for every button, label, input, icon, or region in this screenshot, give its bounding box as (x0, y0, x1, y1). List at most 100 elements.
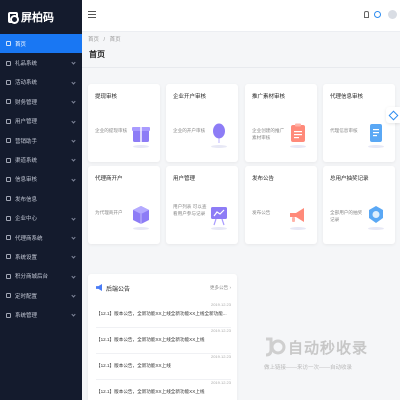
page-title: 首页 (89, 50, 105, 59)
sidebar-item-label: 财务管理 (15, 99, 38, 106)
sidebar-item[interactable]: 用户管理 (0, 112, 82, 131)
menu-item-icon (6, 157, 11, 163)
floating-settings-button[interactable] (386, 107, 400, 123)
bell-icon[interactable] (362, 11, 369, 18)
divider (82, 67, 400, 68)
refresh-icon[interactable] (374, 11, 381, 18)
logo-text: 屏柏码 (21, 12, 54, 24)
announcement-text: 【12.1】版本公告，全新功能XX上线全新功能XX上线 (96, 389, 205, 394)
menu-item-icon (6, 254, 11, 260)
chevron-down-icon (71, 157, 76, 162)
chevron-down-icon (71, 274, 76, 279)
announcement-date: 2019.12.23 (210, 354, 231, 359)
sidebar-item[interactable]: 发布信息 (0, 189, 82, 208)
chevron-down-icon (71, 60, 76, 66)
announcement-item[interactable]: 2019.12.23 【12.1】版本公告，全新功能XX上线全新功能XX上线 (96, 328, 231, 354)
card-description: 发布公告 (252, 210, 271, 215)
sidebar-item[interactable]: 渠道系统 (0, 150, 82, 169)
chevron-down-icon (71, 235, 76, 240)
app-logo[interactable]: 屏柏码 (0, 0, 82, 34)
shortcut-card[interactable]: 推广素材审核 企业创建的推广素材审核 (245, 84, 317, 162)
more-announcements-link[interactable]: 更多公告 › (210, 285, 231, 291)
card-title: 发布公告 (252, 176, 275, 182)
chart-board-icon (208, 204, 230, 230)
sidebar-menu: 首页 礼品系统活动系统财务管理用户管理营销助手 渠道系统信息审核发布信息企业中心代理… (0, 34, 82, 325)
sidebar-item[interactable]: 代理商系统 (0, 228, 82, 247)
shortcut-card[interactable]: 发布公告 发布公告 (245, 166, 317, 244)
sidebar-item[interactable]: 信息审核 (0, 170, 82, 189)
sidebar-item[interactable]: 活动系统 (0, 73, 82, 92)
card-description: 企业创建的推广素材审核 (252, 128, 285, 140)
sidebar-item-label: 系统管理 (15, 313, 38, 320)
menu-item-icon (6, 215, 11, 221)
announcement-text: 【12.1】版本公告，全新功能XX上线全新功能XX上线全新功能... (96, 311, 227, 316)
menu-item-icon (6, 312, 11, 318)
sidebar-item[interactable]: 首页 (0, 34, 82, 54)
shortcut-card[interactable]: 提现审核 企业的提现审核 (88, 84, 160, 162)
megaphone-icon (287, 204, 309, 230)
sidebar-item[interactable]: 企业中心 (0, 209, 82, 228)
sidebar-item-label: 系统设置 (15, 254, 38, 261)
chevron-down-icon (71, 293, 76, 298)
chevron-down-icon (71, 312, 76, 318)
menu-item-icon (6, 235, 11, 241)
menu-toggle-icon[interactable] (88, 11, 96, 18)
chevron-down-icon (71, 99, 76, 104)
sidebar-item-label: 活动系统 (15, 80, 38, 87)
menu-item-icon (6, 273, 11, 279)
chevron-down-icon (71, 254, 76, 259)
menu-item-icon (6, 138, 11, 144)
sidebar: 屏柏码 首页 礼品系统活动系统财务管理用户管理营销助手 渠道系统信息审核发布信息企业… (0, 0, 82, 400)
menu-item-icon (6, 79, 11, 85)
cube-icon (130, 204, 152, 230)
shortcut-card[interactable]: 企业开户审核 企业的开户审核 (166, 84, 238, 162)
sidebar-item[interactable]: 定时配置 (0, 286, 82, 305)
announcement-date: 2019.12.23 (210, 302, 231, 307)
announcement-header: 后端公告 更多公告 › (96, 282, 231, 294)
card-title: 代理商开户 (95, 176, 123, 182)
top-header (82, 0, 400, 32)
gift-icon (130, 122, 152, 148)
announcement-panel: 后端公告 更多公告 › 2019.12.23 【12.1】版本公告，全新功能XX上… (88, 274, 237, 400)
announcement-item[interactable]: 2019.12.23 【12.1】版本公告，全新功能XX上线全新功能XX上线 (96, 380, 231, 400)
chevron-down-icon (71, 177, 76, 182)
shortcut-card[interactable]: 总用户抽奖记录 全部用户的抽奖记录 (323, 166, 395, 244)
card-description: 代理信息审核 (330, 128, 358, 133)
card-title: 总用户抽奖记录 (330, 176, 369, 182)
sidebar-item-label: 信息审核 (15, 177, 38, 184)
sidebar-item[interactable]: 系统管理 (0, 305, 82, 324)
announcement-item[interactable]: 2019.12.23 【12.1】版本公告，全新功能XX上线全新功能XX上线全新功… (96, 302, 231, 328)
breadcrumb-current: 首页 (109, 37, 121, 43)
breadcrumb-root[interactable]: 首页 (88, 37, 99, 43)
sidebar-item[interactable]: 财务管理 (0, 92, 82, 111)
shortcut-card[interactable]: 用户管理 用户列表 可以查看用户参与记录 (166, 166, 238, 244)
chevron-down-icon (71, 215, 76, 221)
menu-item-icon (6, 196, 11, 202)
sidebar-item-label: 用户管理 (15, 119, 38, 126)
card-description: 企业的开户审核 (173, 128, 206, 133)
logo-icon (8, 11, 19, 24)
shortcut-card[interactable]: 代理信息审核 代理信息审核 (323, 84, 395, 162)
sidebar-item[interactable]: 营销助手 (0, 131, 82, 150)
card-description: 为代理商开户 (95, 210, 123, 215)
announcement-text: 【12.1】版本公告，全新功能XX上线全新功能XX上线 (96, 337, 205, 342)
menu-item-icon (6, 41, 11, 47)
sidebar-item[interactable]: 系统设置 (0, 247, 82, 266)
card-title: 提现审核 (95, 94, 118, 100)
shortcut-card[interactable]: 代理商开户为代理商开户 (88, 166, 160, 244)
avatar[interactable] (388, 10, 397, 19)
announcement-date: 2019.12.23 (210, 380, 231, 385)
card-title: 用户管理 (173, 176, 196, 182)
announcement-text: 【12.1】版本公告，全新功能XX上线 (96, 363, 171, 368)
sidebar-item[interactable]: 积分商城后台 (0, 267, 82, 286)
balloon-icon (208, 122, 230, 148)
sidebar-item-label: 企业中心 (15, 216, 38, 223)
chevron-down-icon (71, 138, 76, 143)
chevron-down-icon (71, 80, 76, 85)
sidebar-item[interactable]: 礼品系统 (0, 53, 82, 72)
clipboard-icon (287, 122, 309, 148)
breadcrumb: 首页 / 首页 (88, 35, 124, 43)
announcement-date: 2019.12.23 (210, 328, 231, 333)
announcement-item[interactable]: 2019.12.23 【12.1】版本公告，全新功能XX上线 (96, 354, 231, 380)
card-title: 代理信息审核 (330, 94, 364, 100)
